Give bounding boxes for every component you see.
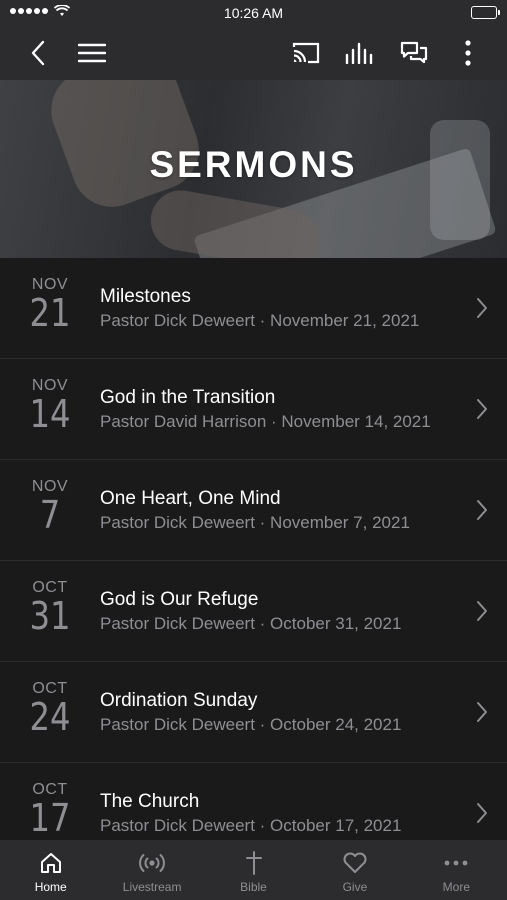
- sermon-day: 21: [29, 291, 71, 335]
- sermon-date: NOV 7: [14, 478, 86, 534]
- audio-bars-icon: [345, 42, 373, 64]
- hamburger-icon: [78, 43, 106, 63]
- sermon-title: God is Our Refuge: [100, 589, 259, 610]
- chat-bubbles-icon: [400, 41, 428, 64]
- more-vertical-icon: [465, 40, 471, 66]
- sermon-subtitle: Pastor Dick Deweert · November 21, 2021: [100, 311, 420, 330]
- hero-photo-arm: [146, 185, 324, 258]
- nav-bar: [0, 26, 507, 80]
- sermon-day: 31: [29, 594, 71, 638]
- sermon-day: 14: [29, 392, 71, 436]
- tab-label: Bible: [240, 880, 267, 894]
- broadcast-icon: [138, 850, 166, 876]
- cast-icon: [292, 42, 320, 64]
- tab-label: Livestream: [122, 880, 182, 894]
- menu-button[interactable]: [70, 26, 114, 80]
- tab-bar: Home Livestream Bible Give More: [0, 840, 507, 900]
- sermon-row[interactable]: NOV 7 One Heart, One Mind Pastor Dick Dewee…: [0, 460, 507, 561]
- signal-icon: [10, 8, 48, 14]
- sermon-row[interactable]: OCT 17 The Church Pastor Dick Deweert · Oct…: [0, 763, 507, 840]
- back-button[interactable]: [16, 26, 60, 80]
- sermon-row[interactable]: OCT 24 Ordination Sunday Pastor Dick Deweer…: [0, 662, 507, 763]
- tab-give[interactable]: Give: [304, 840, 405, 900]
- sermon-day: 17: [29, 796, 71, 840]
- sermon-subtitle: Pastor Dick Deweert · October 24, 2021: [100, 715, 402, 734]
- tab-home[interactable]: Home: [0, 840, 101, 900]
- tab-more[interactable]: More: [406, 840, 507, 900]
- chevron-right-icon: [477, 399, 487, 419]
- sermon-title: Ordination Sunday: [100, 690, 258, 711]
- overflow-menu-button[interactable]: [446, 26, 490, 80]
- back-chevron-icon: [31, 40, 45, 66]
- chevron-right-icon: [477, 803, 487, 823]
- sermon-subtitle: Pastor Dick Deweert · October 17, 2021: [100, 816, 402, 835]
- tab-livestream[interactable]: Livestream: [101, 840, 202, 900]
- cross-icon: [242, 850, 266, 876]
- signal-wifi: [10, 5, 70, 17]
- sermon-title: God in the Transition: [100, 387, 276, 408]
- sermon-title: Milestones: [100, 286, 191, 307]
- chat-button[interactable]: [392, 26, 436, 80]
- sermon-date: NOV 14: [14, 377, 86, 433]
- chevron-right-icon: [477, 500, 487, 520]
- sermon-subtitle: Pastor Dick Deweert · November 7, 2021: [100, 513, 410, 532]
- tab-label: More: [442, 880, 470, 894]
- heart-icon: [342, 850, 368, 876]
- chevron-right-icon: [477, 298, 487, 318]
- wifi-icon: [54, 5, 70, 16]
- sermon-date: OCT 24: [14, 680, 86, 736]
- sermon-subtitle: Pastor Dick Deweert · October 31, 2021: [100, 614, 402, 633]
- sermon-subtitle: Pastor David Harrison · November 14, 202…: [100, 412, 431, 431]
- sermon-day: 7: [39, 493, 61, 537]
- sermon-date: OCT 17: [14, 781, 86, 837]
- chevron-right-icon: [477, 601, 487, 621]
- chevron-right-icon: [477, 702, 487, 722]
- home-icon: [39, 850, 63, 876]
- sermon-list: NOV 21 Milestones Pastor Dick Deweert · Nov…: [0, 258, 507, 840]
- audio-button[interactable]: [338, 26, 382, 80]
- tab-bible[interactable]: Bible: [203, 840, 304, 900]
- more-dots-icon: [443, 850, 469, 876]
- sermon-row[interactable]: OCT 31 God is Our Refuge Pastor Dick Deweer…: [0, 561, 507, 662]
- sermon-day: 24: [29, 695, 71, 739]
- status-bar: 10:26 AM: [0, 0, 507, 26]
- hero-banner: SERMONS: [0, 80, 507, 258]
- battery-icon: [471, 6, 500, 19]
- tab-label: Home: [34, 880, 67, 894]
- sermon-row[interactable]: NOV 14 God in the Transition Pastor David H…: [0, 359, 507, 460]
- sermon-title: One Heart, One Mind: [100, 488, 281, 509]
- status-time: 10:26 AM: [223, 5, 284, 21]
- page-title: SERMONS: [149, 144, 358, 185]
- sermon-date: OCT 31: [14, 579, 86, 635]
- tab-label: Give: [342, 880, 368, 894]
- cast-button[interactable]: [284, 26, 328, 80]
- sermon-date: NOV 21: [14, 276, 86, 332]
- sermon-row[interactable]: NOV 21 Milestones Pastor Dick Deweert · Nov…: [0, 258, 507, 359]
- sermon-title: The Church: [100, 791, 200, 812]
